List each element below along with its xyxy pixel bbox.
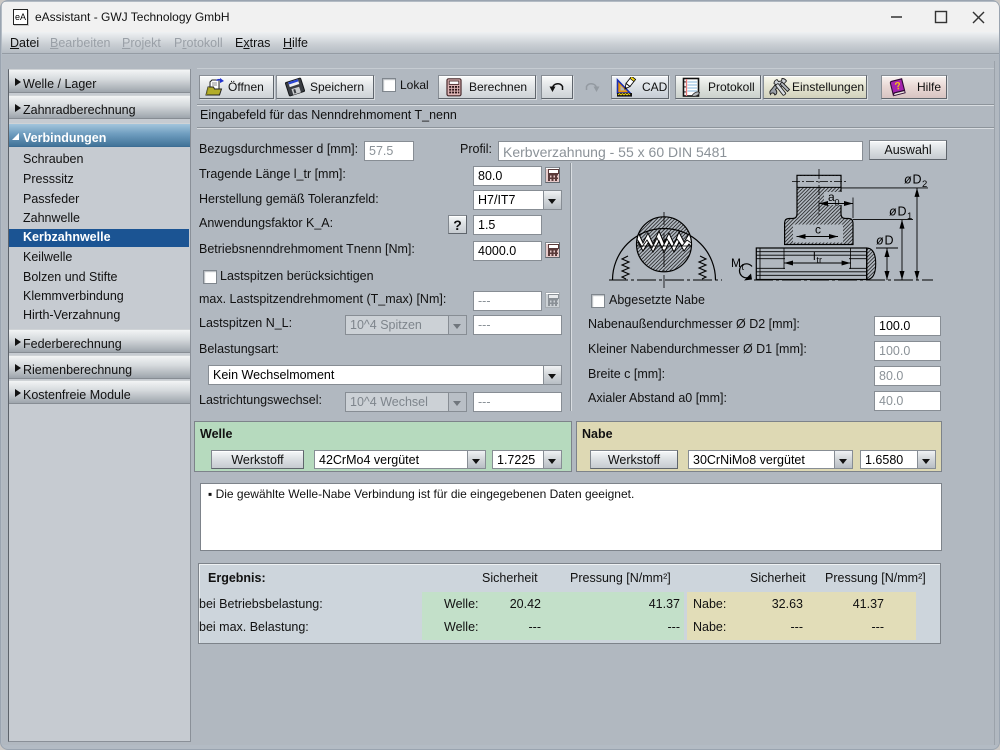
svg-text:ø: ø <box>889 205 897 219</box>
svg-text:tr: tr <box>817 255 823 265</box>
svg-text:D: D <box>885 234 894 248</box>
svg-text:t: t <box>742 262 745 272</box>
svg-text:0: 0 <box>835 198 840 208</box>
svg-text:D: D <box>898 205 907 219</box>
svg-text:l: l <box>813 249 816 263</box>
svg-text:ø: ø <box>876 234 884 248</box>
svg-text:D: D <box>913 173 922 187</box>
svg-text:1: 1 <box>907 211 912 222</box>
svg-text:2: 2 <box>922 179 927 190</box>
svg-text:ø: ø <box>904 173 912 187</box>
svg-text:c: c <box>815 223 821 237</box>
